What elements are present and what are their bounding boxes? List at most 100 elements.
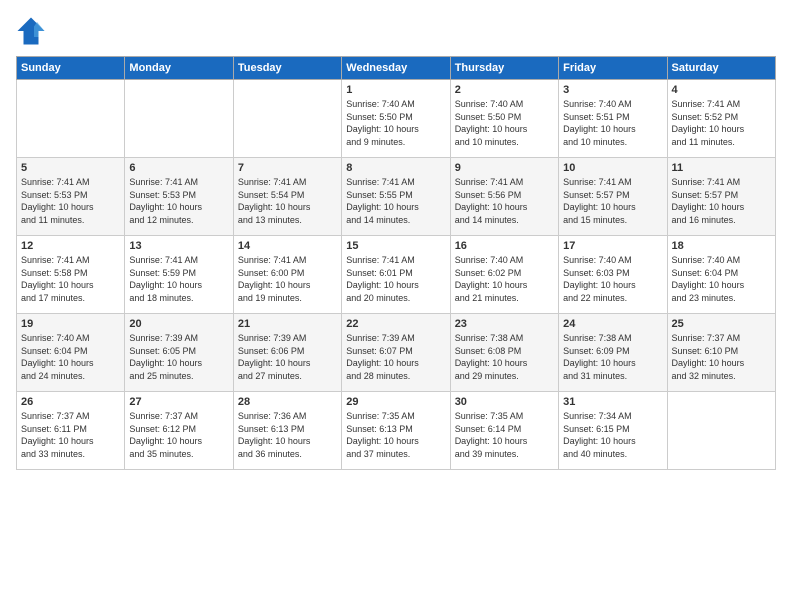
calendar-cell: 30 Sunrise: 7:35 AM Sunset: 6:14 PM Dayli… — [450, 392, 558, 470]
day-info: Sunrise: 7:41 AM Sunset: 5:54 PM Dayligh… — [238, 176, 337, 226]
day-info: Sunrise: 7:41 AM Sunset: 5:57 PM Dayligh… — [563, 176, 662, 226]
calendar-cell: 10 Sunrise: 7:41 AM Sunset: 5:57 PM Dayli… — [559, 158, 667, 236]
day-number: 21 — [238, 318, 337, 330]
day-number: 25 — [672, 318, 771, 330]
calendar-week-row: 26Sunrise: 7:37 AM Sunset: 6:11 PM Dayli… — [17, 392, 776, 470]
weekday-header-thursday: Thursday — [450, 57, 558, 80]
day-number: 22 — [346, 318, 445, 330]
day-number: 13 — [129, 240, 228, 252]
weekday-header-saturday: Saturday — [667, 57, 775, 80]
calendar-cell: 19Sunrise: 7:40 AM Sunset: 6:04 PM Dayli… — [17, 314, 125, 392]
day-number: 4 — [672, 84, 771, 96]
calendar-cell: 11 Sunrise: 7:41 AM Sunset: 5:57 PM Dayli… — [667, 158, 775, 236]
day-info: Sunrise: 7:40 AM Sunset: 5:50 PM Dayligh… — [346, 98, 445, 148]
day-number: 12 — [21, 240, 120, 252]
day-number: 8 — [346, 162, 445, 174]
day-info: Sunrise: 7:41 AM Sunset: 5:56 PM Dayligh… — [455, 176, 554, 226]
calendar-cell — [233, 80, 341, 158]
day-info: Sunrise: 7:41 AM Sunset: 6:01 PM Dayligh… — [346, 254, 445, 304]
weekday-header-wednesday: Wednesday — [342, 57, 450, 80]
calendar-cell: 3Sunrise: 7:40 AM Sunset: 5:51 PM Daylig… — [559, 80, 667, 158]
calendar-cell: 9 Sunrise: 7:41 AM Sunset: 5:56 PM Daylig… — [450, 158, 558, 236]
calendar-cell: 17 Sunrise: 7:40 AM Sunset: 6:03 PM Dayli… — [559, 236, 667, 314]
calendar-cell: 18Sunrise: 7:40 AM Sunset: 6:04 PM Dayli… — [667, 236, 775, 314]
weekday-header-sunday: Sunday — [17, 57, 125, 80]
day-info: Sunrise: 7:38 AM Sunset: 6:09 PM Dayligh… — [563, 332, 662, 382]
day-info: Sunrise: 7:37 AM Sunset: 6:10 PM Dayligh… — [672, 332, 771, 382]
day-number: 14 — [238, 240, 337, 252]
day-number: 2 — [455, 84, 554, 96]
day-number: 9 — [455, 162, 554, 174]
day-number: 10 — [563, 162, 662, 174]
day-number: 29 — [346, 396, 445, 408]
logo — [16, 16, 50, 46]
calendar-cell — [125, 80, 233, 158]
day-info: Sunrise: 7:39 AM Sunset: 6:05 PM Dayligh… — [129, 332, 228, 382]
calendar-cell: 16 Sunrise: 7:40 AM Sunset: 6:02 PM Dayli… — [450, 236, 558, 314]
day-info: Sunrise: 7:37 AM Sunset: 6:11 PM Dayligh… — [21, 410, 120, 460]
calendar-cell: 23 Sunrise: 7:38 AM Sunset: 6:08 PM Dayli… — [450, 314, 558, 392]
day-number: 1 — [346, 84, 445, 96]
day-info: Sunrise: 7:40 AM Sunset: 5:50 PM Dayligh… — [455, 98, 554, 148]
day-number: 24 — [563, 318, 662, 330]
day-number: 23 — [455, 318, 554, 330]
day-number: 17 — [563, 240, 662, 252]
day-info: Sunrise: 7:35 AM Sunset: 6:14 PM Dayligh… — [455, 410, 554, 460]
weekday-header-friday: Friday — [559, 57, 667, 80]
day-info: Sunrise: 7:41 AM Sunset: 6:00 PM Dayligh… — [238, 254, 337, 304]
day-info: Sunrise: 7:34 AM Sunset: 6:15 PM Dayligh… — [563, 410, 662, 460]
logo-icon — [16, 16, 46, 46]
page-header — [16, 16, 776, 46]
weekday-header-monday: Monday — [125, 57, 233, 80]
day-info: Sunrise: 7:39 AM Sunset: 6:07 PM Dayligh… — [346, 332, 445, 382]
day-number: 5 — [21, 162, 120, 174]
calendar-cell: 28Sunrise: 7:36 AM Sunset: 6:13 PM Dayli… — [233, 392, 341, 470]
day-number: 20 — [129, 318, 228, 330]
day-number: 18 — [672, 240, 771, 252]
day-number: 15 — [346, 240, 445, 252]
calendar-cell: 6 Sunrise: 7:41 AM Sunset: 5:53 PM Daylig… — [125, 158, 233, 236]
day-number: 6 — [129, 162, 228, 174]
calendar-cell — [17, 80, 125, 158]
page-container: SundayMondayTuesdayWednesdayThursdayFrid… — [0, 0, 792, 480]
weekday-header-row: SundayMondayTuesdayWednesdayThursdayFrid… — [17, 57, 776, 80]
calendar-cell: 31 Sunrise: 7:34 AM Sunset: 6:15 PM Dayli… — [559, 392, 667, 470]
day-info: Sunrise: 7:41 AM Sunset: 5:52 PM Dayligh… — [672, 98, 771, 148]
day-info: Sunrise: 7:41 AM Sunset: 5:58 PM Dayligh… — [21, 254, 120, 304]
calendar-cell: 20 Sunrise: 7:39 AM Sunset: 6:05 PM Dayli… — [125, 314, 233, 392]
day-info: Sunrise: 7:41 AM Sunset: 5:57 PM Dayligh… — [672, 176, 771, 226]
day-number: 16 — [455, 240, 554, 252]
calendar-cell: 24 Sunrise: 7:38 AM Sunset: 6:09 PM Dayli… — [559, 314, 667, 392]
calendar-cell: 4 Sunrise: 7:41 AM Sunset: 5:52 PM Daylig… — [667, 80, 775, 158]
calendar-cell: 22 Sunrise: 7:39 AM Sunset: 6:07 PM Dayli… — [342, 314, 450, 392]
calendar-cell: 26Sunrise: 7:37 AM Sunset: 6:11 PM Dayli… — [17, 392, 125, 470]
day-info: Sunrise: 7:40 AM Sunset: 6:03 PM Dayligh… — [563, 254, 662, 304]
calendar-cell: 1 Sunrise: 7:40 AM Sunset: 5:50 PM Daylig… — [342, 80, 450, 158]
calendar-cell: 27Sunrise: 7:37 AM Sunset: 6:12 PM Dayli… — [125, 392, 233, 470]
day-info: Sunrise: 7:40 AM Sunset: 6:02 PM Dayligh… — [455, 254, 554, 304]
day-number: 11 — [672, 162, 771, 174]
day-info: Sunrise: 7:36 AM Sunset: 6:13 PM Dayligh… — [238, 410, 337, 460]
day-number: 7 — [238, 162, 337, 174]
day-number: 31 — [563, 396, 662, 408]
day-info: Sunrise: 7:41 AM Sunset: 5:53 PM Dayligh… — [21, 176, 120, 226]
day-info: Sunrise: 7:39 AM Sunset: 6:06 PM Dayligh… — [238, 332, 337, 382]
day-info: Sunrise: 7:41 AM Sunset: 5:53 PM Dayligh… — [129, 176, 228, 226]
day-number: 30 — [455, 396, 554, 408]
calendar-cell: 5 Sunrise: 7:41 AM Sunset: 5:53 PM Daylig… — [17, 158, 125, 236]
calendar-cell: 7 Sunrise: 7:41 AM Sunset: 5:54 PM Daylig… — [233, 158, 341, 236]
day-number: 19 — [21, 318, 120, 330]
day-info: Sunrise: 7:35 AM Sunset: 6:13 PM Dayligh… — [346, 410, 445, 460]
day-info: Sunrise: 7:38 AM Sunset: 6:08 PM Dayligh… — [455, 332, 554, 382]
calendar-cell: 25 Sunrise: 7:37 AM Sunset: 6:10 PM Dayli… — [667, 314, 775, 392]
calendar-cell: 29 Sunrise: 7:35 AM Sunset: 6:13 PM Dayli… — [342, 392, 450, 470]
weekday-header-tuesday: Tuesday — [233, 57, 341, 80]
calendar-cell: 14 Sunrise: 7:41 AM Sunset: 6:00 PM Dayli… — [233, 236, 341, 314]
calendar-week-row: 12 Sunrise: 7:41 AM Sunset: 5:58 PM Dayli… — [17, 236, 776, 314]
calendar-table: SundayMondayTuesdayWednesdayThursdayFrid… — [16, 56, 776, 470]
calendar-cell — [667, 392, 775, 470]
calendar-cell: 13Sunrise: 7:41 AM Sunset: 5:59 PM Dayli… — [125, 236, 233, 314]
calendar-cell: 12 Sunrise: 7:41 AM Sunset: 5:58 PM Dayli… — [17, 236, 125, 314]
day-number: 27 — [129, 396, 228, 408]
day-info: Sunrise: 7:41 AM Sunset: 5:55 PM Dayligh… — [346, 176, 445, 226]
